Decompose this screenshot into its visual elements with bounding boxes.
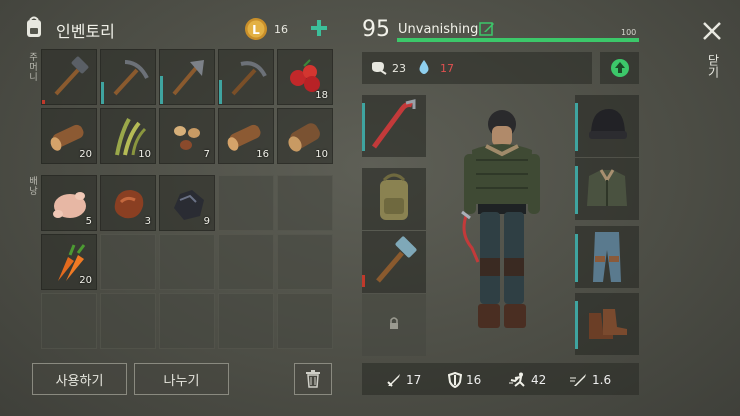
coin-count: 16 [274, 23, 288, 36]
stat-defense: 16 [448, 372, 481, 388]
stat-attack: 17 [386, 372, 421, 388]
backpack-slot-2[interactable]: 3 [100, 175, 156, 231]
pocket-slot-6[interactable]: 20 [41, 108, 97, 164]
beanie-icon [589, 109, 627, 139]
backpack-slot-4[interactable] [218, 175, 274, 231]
hp-bar [397, 38, 639, 42]
pocket-slot-7[interactable]: 10 [100, 108, 156, 164]
tool-slot[interactable] [362, 231, 426, 293]
backpack-slot-11[interactable] [41, 293, 97, 349]
item-count: 5 [85, 216, 92, 227]
svg-text:L: L [252, 23, 260, 37]
pockets-label: 주머니 [27, 52, 37, 82]
backpack-slot-13[interactable] [159, 293, 215, 349]
hammer-icon [376, 236, 417, 283]
shield-icon [448, 372, 462, 388]
pocket-slot-1[interactable] [41, 49, 97, 105]
backpack-slot-14[interactable] [218, 293, 274, 349]
swift-sword-icon [570, 374, 586, 386]
pickaxe-icon [231, 61, 267, 96]
legs-slot[interactable] [575, 226, 639, 288]
backpack-slot-12[interactable] [100, 293, 156, 349]
player-name: Unvanishing [398, 22, 479, 37]
speed-value: 42 [531, 373, 547, 387]
backpack-slot-1[interactable]: 5 [41, 175, 97, 231]
player-level: 95 [362, 17, 390, 42]
thirst-icon [418, 59, 430, 75]
body-slot[interactable] [575, 158, 639, 220]
level-up-button[interactable] [600, 52, 639, 84]
backpack-slot-8[interactable] [159, 234, 215, 290]
backpack-slot-3[interactable]: 9 [159, 175, 215, 231]
attack-speed-value: 1.6 [592, 373, 612, 387]
feet-slot[interactable] [575, 293, 639, 355]
coin-icon: L [244, 17, 268, 41]
item-count: 20 [79, 149, 92, 160]
split-button[interactable]: 나누기 [134, 363, 229, 395]
close-label: 닫기 [706, 54, 720, 78]
character-model [452, 108, 552, 340]
pocket-slot-8[interactable]: 7 [159, 108, 215, 164]
item-count: 7 [203, 149, 210, 160]
backpack-icon [380, 173, 408, 220]
item-count: 18 [315, 90, 328, 101]
running-icon [509, 372, 525, 387]
crowbar-icon [371, 99, 416, 149]
pocket-slot-4[interactable] [218, 49, 274, 105]
pocket-slot-10[interactable]: 10 [277, 108, 333, 164]
weapon-slot[interactable] [362, 95, 426, 157]
pocket-slot-3[interactable] [159, 49, 215, 105]
arrow-up-icon [610, 59, 629, 77]
edit-icon [479, 22, 494, 36]
use-button[interactable]: 사용하기 [32, 363, 127, 395]
hunger-icon [370, 60, 388, 76]
pickaxe-icon [113, 60, 149, 96]
thirst-value: 17 [440, 62, 454, 75]
backpack-slot-10[interactable] [277, 234, 333, 290]
item-count: 3 [144, 216, 151, 227]
pocket-slot-9[interactable]: 16 [218, 108, 274, 164]
lock-icon [390, 317, 398, 329]
hp-value: 100 [621, 28, 637, 37]
edit-name-button[interactable] [479, 21, 495, 37]
sword-icon [387, 374, 400, 387]
backpack-slot-5[interactable] [277, 175, 333, 231]
head-slot[interactable] [575, 95, 639, 157]
item-count: 10 [315, 149, 328, 160]
stat-attack-speed: 1.6 [570, 372, 611, 388]
item-count: 20 [79, 275, 92, 286]
hunger-value: 23 [392, 62, 406, 75]
backpack-slot-equip[interactable] [362, 168, 426, 230]
trash-icon [306, 370, 320, 388]
hatchet-icon [172, 60, 204, 96]
item-count: 16 [256, 149, 269, 160]
inventory-title: 인벤토리 [56, 22, 115, 41]
backpack-slot-9[interactable] [218, 234, 274, 290]
item-count: 10 [138, 149, 151, 160]
backpack-slot-6[interactable]: 20 [41, 234, 97, 290]
add-coins-button[interactable] [307, 16, 331, 40]
jacket-icon [587, 169, 627, 206]
defense-value: 16 [466, 373, 482, 387]
delete-button[interactable] [294, 363, 332, 395]
hammer-icon [54, 56, 89, 96]
close-button[interactable] [700, 19, 724, 43]
pants-icon [593, 232, 621, 282]
stat-speed: 42 [509, 372, 546, 388]
backpack-icon [24, 15, 44, 39]
backpack-label: 배낭 [27, 176, 37, 196]
pocket-slot-2[interactable] [100, 49, 156, 105]
close-icon [703, 22, 721, 40]
backpack-slot-15[interactable] [277, 293, 333, 349]
backpack-slot-7[interactable] [100, 234, 156, 290]
locked-slot [362, 294, 426, 356]
item-count: 9 [203, 216, 210, 227]
attack-value: 17 [406, 373, 422, 387]
boots-icon [589, 309, 627, 339]
pocket-slot-5[interactable]: 18 [277, 49, 333, 105]
